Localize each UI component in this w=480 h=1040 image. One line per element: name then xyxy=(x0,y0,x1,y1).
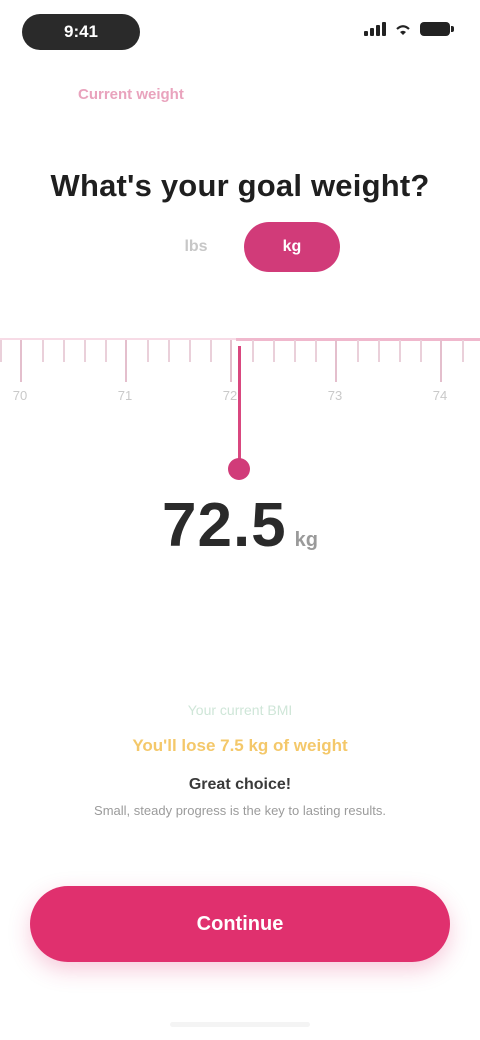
ruler-minor-tick xyxy=(189,340,191,362)
battery-icon xyxy=(420,22,454,36)
info-card: Your current BMI You'll lose 7.5 kg of w… xyxy=(18,680,462,856)
back-step-link[interactable]: Current weight xyxy=(78,86,248,106)
unit-toggle[interactable]: lbs kg xyxy=(148,222,340,272)
ruler-label: 71 xyxy=(117,388,133,403)
status-bar: 9:41 xyxy=(0,0,480,64)
ruler-minor-tick xyxy=(462,340,464,362)
ruler-minor-tick xyxy=(210,340,212,362)
ruler-major-tick xyxy=(335,340,337,382)
status-time: 9:41 xyxy=(22,14,140,50)
continue-button[interactable]: Continue xyxy=(30,886,450,962)
ruler-pointer-knob[interactable] xyxy=(228,458,250,480)
ruler-minor-tick xyxy=(105,340,107,362)
info-highlight: You'll lose 7.5 kg of weight xyxy=(132,736,348,755)
ruler-minor-tick xyxy=(315,340,317,362)
weight-unit: kg xyxy=(294,529,318,551)
ruler-major-tick xyxy=(440,340,442,382)
weight-readout: 72.5 kg xyxy=(0,490,480,561)
status-icons xyxy=(364,22,454,36)
ruler-minor-tick xyxy=(42,340,44,362)
ruler-minor-tick xyxy=(168,340,170,362)
info-description: Small, steady progress is the key to las… xyxy=(94,803,386,818)
ruler-label: 70 xyxy=(12,388,28,403)
ruler-minor-tick xyxy=(63,340,65,362)
ruler-pointer xyxy=(238,346,241,464)
ruler-minor-tick xyxy=(0,340,2,362)
info-title: Great choice! xyxy=(188,776,292,793)
ruler-major-tick xyxy=(125,340,127,382)
wifi-icon xyxy=(396,25,410,35)
page-title: What's your goal weight? xyxy=(50,168,430,203)
ruler-label: 74 xyxy=(432,388,448,403)
goal-weight-screen: 9:41 Current weight What's your goal wei… xyxy=(0,0,480,1040)
weight-value: 72.5 xyxy=(161,491,287,560)
ruler-minor-tick xyxy=(294,340,296,362)
signal-icon xyxy=(364,22,386,36)
ruler-minor-tick xyxy=(84,340,86,362)
home-indicator xyxy=(170,1022,310,1027)
unit-option-kg[interactable]: kg xyxy=(244,222,340,272)
ruler-minor-tick xyxy=(399,340,401,362)
ruler-label: 73 xyxy=(327,388,343,403)
info-caption: Your current BMI xyxy=(187,702,293,718)
ruler-minor-tick xyxy=(378,340,380,362)
ruler-major-tick xyxy=(230,340,232,382)
ruler-label: 72 xyxy=(222,388,238,403)
unit-option-lbs[interactable]: lbs xyxy=(148,222,244,272)
ruler-minor-tick xyxy=(357,340,359,362)
ruler-minor-tick xyxy=(252,340,254,362)
ruler-minor-tick xyxy=(147,340,149,362)
ruler-major-tick xyxy=(20,340,22,382)
ruler-minor-tick xyxy=(420,340,422,362)
ruler-minor-tick xyxy=(273,340,275,362)
